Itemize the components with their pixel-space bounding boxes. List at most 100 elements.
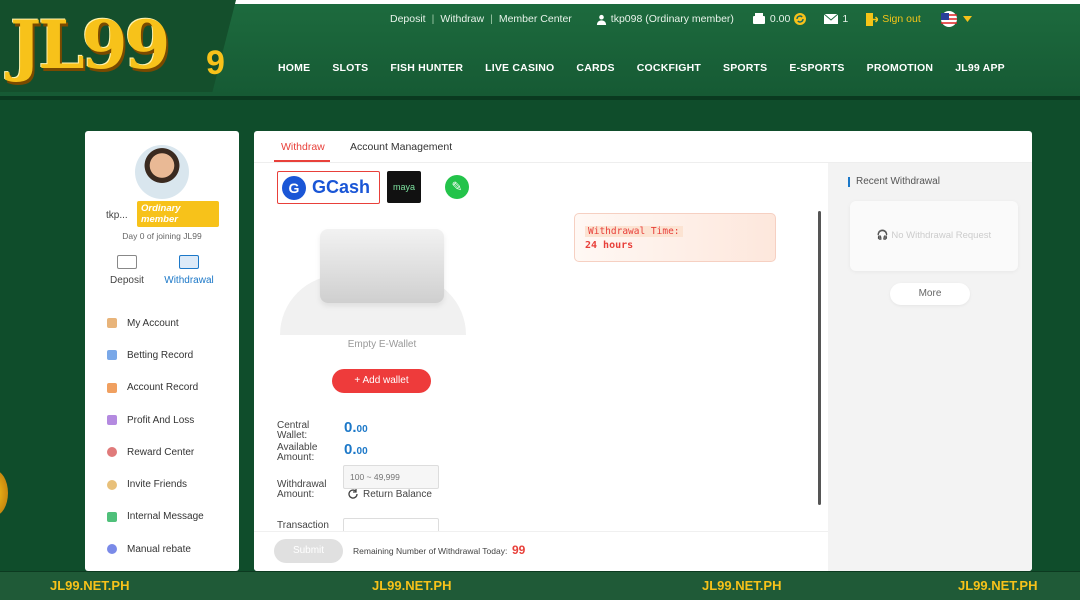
tab-withdraw[interactable]: Withdraw xyxy=(281,141,325,153)
maya-option[interactable]: maya xyxy=(387,171,421,203)
quick-withdrawal-label: Withdrawal xyxy=(164,275,214,286)
no-withdrawal-text: No Withdrawal Request xyxy=(891,230,992,241)
footer-domain: JL99.NET.PH xyxy=(702,578,782,593)
scrollbar[interactable] xyxy=(818,211,821,505)
sidebar-item-label: My Account xyxy=(127,317,179,329)
account-icon xyxy=(107,318,117,329)
message-count: 1 xyxy=(842,13,849,25)
add-wallet-button[interactable]: + Add wallet xyxy=(332,369,431,393)
avatar[interactable] xyxy=(135,145,189,199)
deposit-link[interactable]: Deposit xyxy=(384,13,432,25)
footer-domain: JL99.NET.PH xyxy=(372,578,452,593)
submit-button[interactable]: Submit xyxy=(274,539,343,563)
nav-esports[interactable]: E-SPORTS xyxy=(789,62,844,74)
messages[interactable]: 1 xyxy=(824,13,848,25)
sidebar-item-reward-center[interactable]: Reward Center xyxy=(107,436,204,468)
nav-slots[interactable]: SLOTS xyxy=(332,62,368,74)
sidebar-item-label: Invite Friends xyxy=(127,479,188,491)
submit-bar: Submit Remaining Number of Withdrawal To… xyxy=(254,531,828,571)
refresh-icon xyxy=(348,489,358,499)
main-nav: HOME SLOTS FISH HUNTER LIVE CASINO CARDS… xyxy=(278,62,1027,74)
available-integer: 0. xyxy=(344,441,357,458)
mail-icon xyxy=(824,14,839,24)
remaining-withdrawals-count: 99 xyxy=(512,543,526,557)
balance-value: 0.00 xyxy=(769,13,791,25)
nav-promotion[interactable]: PROMOTION xyxy=(867,62,934,74)
profit-loss-icon xyxy=(107,415,117,426)
available-decimal: 00 xyxy=(356,446,368,457)
empty-wallet-illustration xyxy=(280,225,466,335)
quick-deposit-button[interactable]: Deposit xyxy=(97,255,157,286)
nav-app[interactable]: JL99 APP xyxy=(955,62,1005,74)
footer-banner: JL99.NET.PH JL99.NET.PH JL99.NET.PH JL99… xyxy=(0,571,1080,600)
active-tab-indicator xyxy=(274,160,330,162)
tab-account-management[interactable]: Account Management xyxy=(350,141,452,153)
account-record-icon xyxy=(107,382,117,393)
user-info[interactable]: tkp098 (Ordinary member) xyxy=(596,13,734,25)
card-illustration-icon xyxy=(320,229,444,303)
sidebar-item-label: Betting Record xyxy=(127,349,194,361)
available-amount-label: Available Amount: xyxy=(277,442,318,463)
message-icon xyxy=(107,511,117,522)
recent-withdrawal-title: Recent Withdrawal xyxy=(848,177,940,187)
member-center-link[interactable]: Member Center xyxy=(493,13,578,25)
return-balance-button[interactable]: Return Balance xyxy=(347,488,432,500)
withdrawal-amount-label: Withdrawal Amount: xyxy=(277,479,327,500)
logo-text: JL99 xyxy=(10,6,170,84)
us-flag-icon xyxy=(940,11,957,27)
central-wallet-decimal: 00 xyxy=(356,424,368,435)
rebate-icon xyxy=(107,544,117,555)
return-balance-label: Return Balance xyxy=(363,488,432,500)
nav-cockfight[interactable]: COCKFIGHT xyxy=(637,62,701,74)
utility-bar: Deposit | Withdraw | Member Center tkp09… xyxy=(384,10,972,28)
gcash-label: GCash xyxy=(312,177,371,197)
sidebar-item-profit-loss[interactable]: Profit And Loss xyxy=(107,404,204,436)
sidebar-item-label: Reward Center xyxy=(127,446,195,458)
sidebar-item-label: Account Record xyxy=(127,382,199,394)
tab-bar: Withdraw Account Management xyxy=(254,131,1032,163)
invite-icon xyxy=(107,479,117,490)
withdraw-panel: Withdraw Account Management G GCash maya… xyxy=(254,131,1032,571)
wallet-icon xyxy=(752,13,765,24)
withdraw-link[interactable]: Withdraw xyxy=(434,13,490,25)
nav-live-casino[interactable]: LIVE CASINO xyxy=(485,62,554,74)
withdrawal-time-label: Withdrawal Time: xyxy=(585,226,683,237)
withdrawal-card-icon xyxy=(179,255,199,269)
sidebar-item-label: Manual rebate xyxy=(127,543,191,555)
nav-fish-hunter[interactable]: FISH HUNTER xyxy=(390,62,463,74)
sidebar-item-label: Internal Message xyxy=(127,511,204,523)
nav-home[interactable]: HOME xyxy=(278,62,310,74)
nav-cards[interactable]: CARDS xyxy=(576,62,614,74)
no-withdrawal-placeholder: 🎧 No Withdrawal Request xyxy=(850,201,1018,271)
edit-pencil-icon[interactable]: ✎ xyxy=(445,175,469,199)
sidebar-item-my-account[interactable]: My Account xyxy=(107,307,204,339)
quick-withdrawal-button[interactable]: Withdrawal xyxy=(159,255,219,286)
sign-out-label: Sign out xyxy=(882,13,921,25)
join-days: Day 0 of joining JL99 xyxy=(122,231,202,241)
withdrawal-amount-input[interactable] xyxy=(343,465,439,489)
floating-coin-icon[interactable] xyxy=(0,470,8,516)
username-label: tkp098 (Ordinary member) xyxy=(610,13,734,25)
balance: 0.00 xyxy=(752,13,807,25)
footer-domain: JL99.NET.PH xyxy=(958,578,1038,593)
user-icon xyxy=(596,14,606,25)
sidebar-item-label: Profit And Loss xyxy=(127,414,195,426)
sidebar-item-internal-message[interactable]: Internal Message xyxy=(107,501,204,533)
refresh-icon[interactable] xyxy=(794,13,807,25)
nav-sports[interactable]: SPORTS xyxy=(723,62,767,74)
logo[interactable]: JL99 xyxy=(0,0,236,92)
logout-icon xyxy=(866,12,879,26)
available-amount-value: 0.00 xyxy=(344,441,368,458)
sidebar-item-invite-friends[interactable]: Invite Friends xyxy=(107,468,204,500)
sidebar-item-betting-record[interactable]: Betting Record xyxy=(107,339,204,371)
sidebar-item-account-record[interactable]: Account Record xyxy=(107,372,204,404)
more-button[interactable]: More xyxy=(890,283,970,305)
headset-icon: 🎧 xyxy=(876,230,892,241)
gcash-option[interactable]: G GCash xyxy=(277,171,380,204)
recent-withdrawal-panel: Recent Withdrawal 🎧 No Withdrawal Reques… xyxy=(828,163,1032,571)
language-selector[interactable] xyxy=(939,11,972,27)
empty-wallet-text: Empty E-Wallet xyxy=(347,339,417,350)
sidebar-item-manual-rebate[interactable]: Manual rebate xyxy=(107,533,204,565)
quick-deposit-label: Deposit xyxy=(110,275,144,286)
sign-out-button[interactable]: Sign out xyxy=(866,12,921,26)
